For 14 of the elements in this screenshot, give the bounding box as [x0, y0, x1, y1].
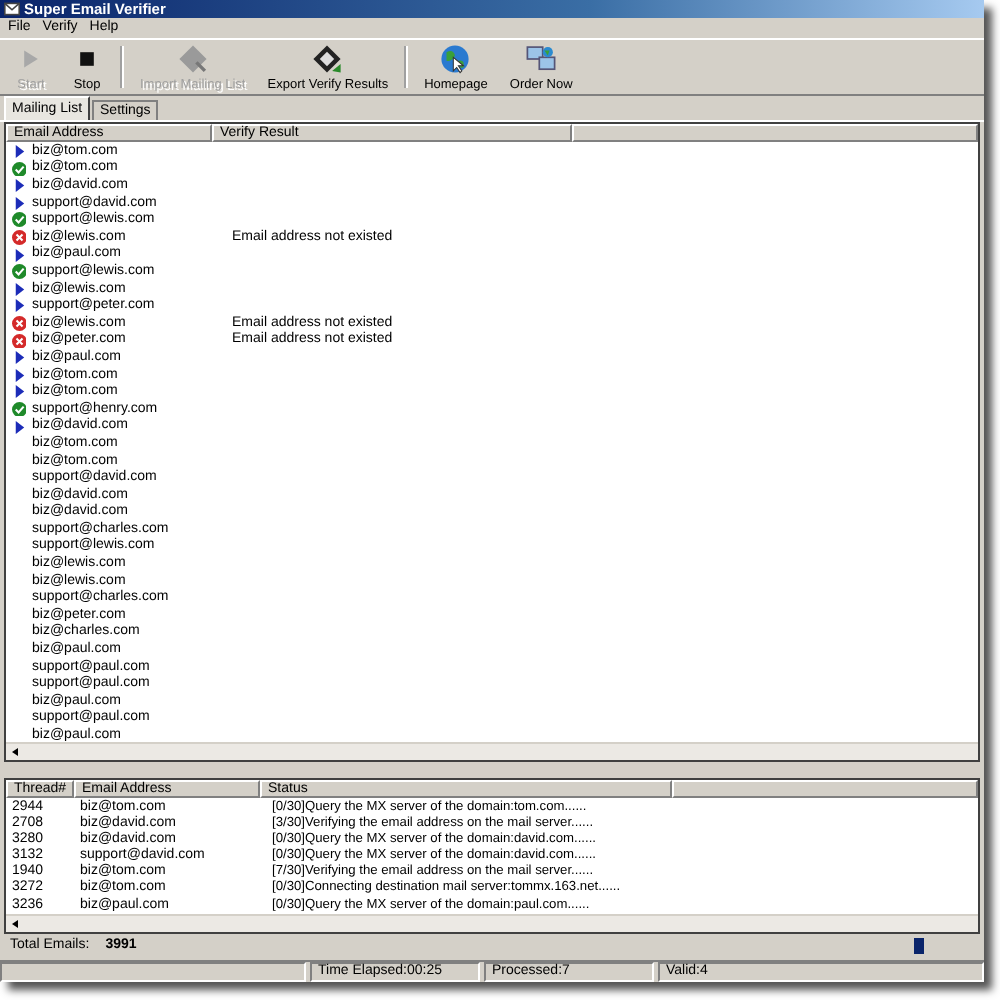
check-icon: [11, 161, 27, 177]
horizontal-scrollbar[interactable]: [6, 741, 978, 760]
check-icon: [11, 264, 27, 280]
computers-icon: [524, 41, 559, 76]
arrow-icon: [11, 144, 27, 160]
horizontal-scrollbar[interactable]: [6, 913, 978, 932]
envelope-icon: [4, 2, 20, 16]
globe-icon: [438, 41, 473, 76]
check-icon: [11, 212, 27, 228]
error-icon: [11, 230, 27, 246]
progress-indicator: [914, 937, 924, 954]
arrow-icon: [11, 247, 27, 263]
arrow-icon: [11, 419, 27, 435]
check-icon: [11, 401, 27, 417]
